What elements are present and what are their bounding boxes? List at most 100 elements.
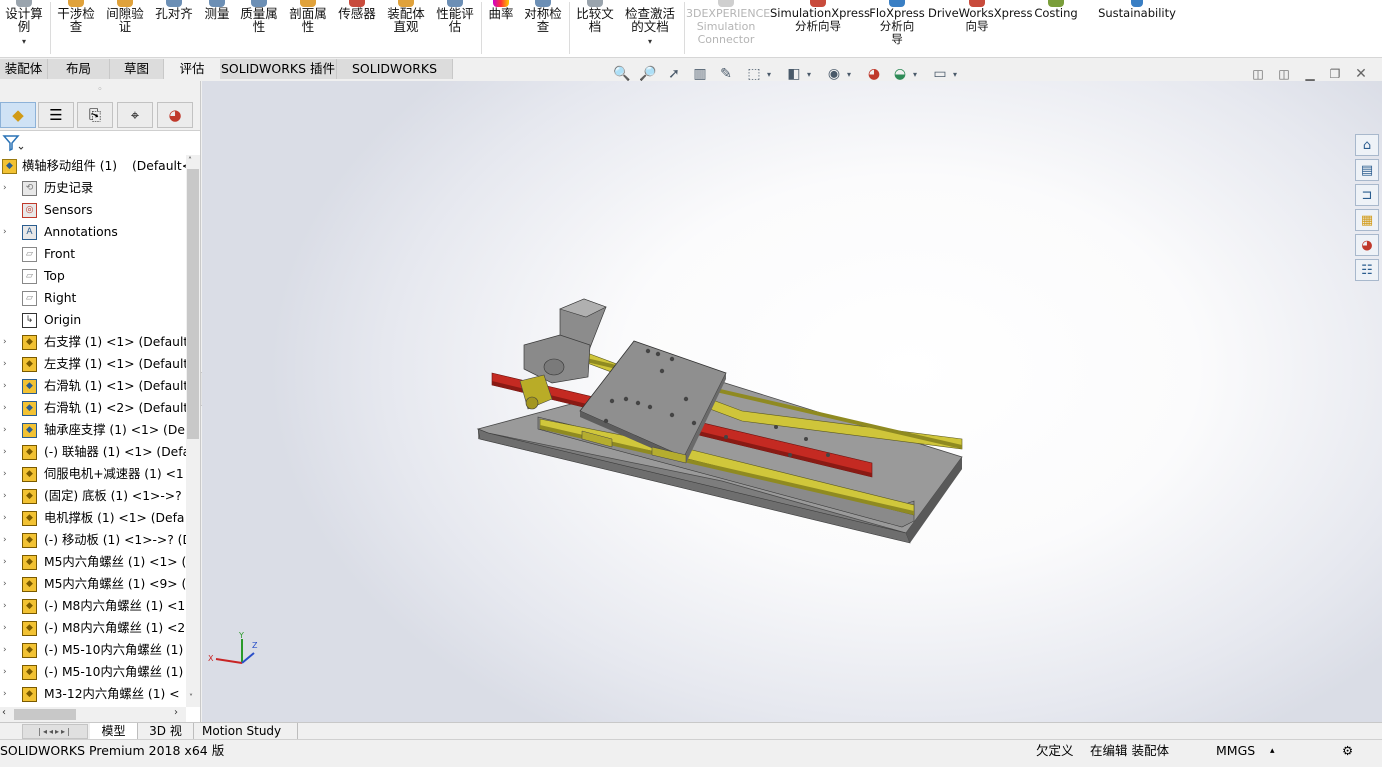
costing-button[interactable]: Costing (1030, 0, 1082, 20)
expand-arrow-icon[interactable]: › (3, 375, 7, 397)
tree-item[interactable]: › ◆ 右滑轨 (1) <2> (Default (0, 397, 186, 419)
scroll-thumb[interactable] (14, 709, 76, 720)
hole-alignment-button[interactable]: 孔对齐 (150, 0, 198, 20)
simulationxpress-button[interactable]: SimulationXpress 分析向导 (770, 0, 870, 33)
tree-item[interactable]: ▱ Front (0, 243, 186, 265)
file-explorer-tab[interactable]: ⊐ (1355, 184, 1379, 206)
expand-arrow-icon[interactable]: › (3, 529, 7, 551)
tree-item[interactable]: ▱ Right (0, 287, 186, 309)
performance-evaluation-button[interactable]: 性能评 估 (432, 0, 478, 33)
floxpress-button[interactable]: FloXpress 分析向 导 (868, 0, 926, 46)
tree-item[interactable]: › ◆ (-) M5-10内六角螺丝 (1) (0, 661, 186, 683)
expand-arrow-icon[interactable]: › (3, 617, 7, 639)
tree-root-assembly[interactable]: ◆ 横轴移动组件 (1) (Default< (0, 155, 186, 177)
expand-arrow-icon[interactable]: › (3, 397, 7, 419)
tree-item[interactable]: › ◆ (-) M8内六角螺丝 (1) <1 (0, 595, 186, 617)
minimize-icon[interactable]: ▁ (1302, 66, 1318, 82)
scroll-thumb[interactable] (187, 169, 199, 439)
tree-filter[interactable] (0, 131, 200, 155)
tree-item[interactable]: › ◆ M5内六角螺丝 (1) <9> ( (0, 573, 186, 595)
clearance-verification-button[interactable]: 间隙验 证 (102, 0, 148, 33)
check-active-document-button[interactable]: 检查激活 的文档 ▾ (620, 0, 680, 48)
tree-item[interactable]: › A Annotations (0, 221, 186, 243)
restore-icon[interactable]: ❐ (1327, 66, 1343, 82)
tab-assembly[interactable]: 装配体 (0, 59, 48, 79)
measure-button[interactable]: 测量 (200, 0, 234, 20)
expand-arrow-icon[interactable]: › (3, 507, 7, 529)
custom-properties-tab[interactable]: ☷ (1355, 259, 1379, 281)
tree-item[interactable]: ▱ Top (0, 265, 186, 287)
design-library-tab[interactable]: ▤ (1355, 159, 1379, 181)
expand-arrow-icon[interactable]: › (3, 661, 7, 683)
tab-model[interactable]: 模型 (90, 723, 138, 740)
tree-item[interactable]: › ◆ (-) 联轴器 (1) <1> (Defa (0, 441, 186, 463)
expand-arrow-icon[interactable]: › (3, 419, 7, 441)
expand-arrow-icon[interactable]: › (3, 463, 7, 485)
assembly-visualization-button[interactable]: 装配体 直观 (382, 0, 430, 33)
tab-evaluate[interactable]: 评估 (164, 59, 220, 79)
tab-solidworks-mbd[interactable]: SOLIDWORKS MBD (337, 59, 453, 95)
curvature-button[interactable]: 曲率 (484, 0, 518, 20)
scroll-right-icon[interactable]: › (174, 707, 178, 718)
tree-item[interactable]: › ◆ (-) M8内六角螺丝 (1) <2 (0, 617, 186, 639)
expand-arrow-icon[interactable]: › (3, 353, 7, 375)
tile-right-icon[interactable]: ◫ (1276, 66, 1292, 82)
tree-item[interactable]: › ◆ 右支撑 (1) <1> (Default (0, 331, 186, 353)
configuration-manager-tab[interactable]: ⎘ (77, 102, 113, 128)
compare-documents-button[interactable]: 比较文 档 (572, 0, 618, 33)
expand-arrow-icon[interactable]: › (3, 221, 7, 243)
expand-arrow-icon[interactable]: › (3, 573, 7, 595)
tree-item[interactable]: › ◆ 轴承座支撑 (1) <1> (De (0, 419, 186, 441)
tree-item[interactable]: › ◆ M5内六角螺丝 (1) <1> ( (0, 551, 186, 573)
tree-item[interactable]: › ⟲ 历史记录 (0, 177, 186, 199)
symmetry-check-button[interactable]: 对称检 查 (520, 0, 566, 33)
expand-arrow-icon[interactable]: › (3, 595, 7, 617)
expand-arrow-icon[interactable]: › (3, 639, 7, 661)
scroll-left-icon[interactable]: ‹ (2, 707, 6, 718)
tab-3d-views[interactable]: 3D 视图 (138, 723, 194, 754)
expand-arrow-icon[interactable]: › (3, 551, 7, 573)
driveworksxpress-button[interactable]: DriveWorksXpress 向导 (928, 0, 1032, 33)
view-palette-tab[interactable]: ▦ (1355, 209, 1379, 231)
tree-vertical-scrollbar[interactable]: ˄ ˅ (186, 155, 200, 707)
sensor-button[interactable]: 传感器 (334, 0, 380, 20)
feature-manager-tab[interactable]: ◆ (0, 102, 36, 128)
mass-properties-button[interactable]: 质量属 性 (236, 0, 282, 33)
tree-item[interactable]: › ◆ 左支撑 (1) <1> (Default (0, 353, 186, 375)
unit-system-selector[interactable]: MMGS (1216, 742, 1255, 760)
panel-grip[interactable]: ◦ (0, 81, 200, 99)
scroll-down-icon[interactable]: ˅ (189, 693, 193, 702)
assembly-model[interactable] (202, 81, 1382, 722)
expand-arrow-icon[interactable]: › (3, 331, 7, 353)
tile-left-icon[interactable]: ◫ (1250, 66, 1266, 82)
solidworks-resources-tab[interactable]: ⌂ (1355, 134, 1379, 156)
interference-detection-button[interactable]: 干涉检 查 (52, 0, 100, 33)
sustainability-button[interactable]: Sustainability (1096, 0, 1178, 20)
tree-item[interactable]: ↳ Origin (0, 309, 186, 331)
tab-navigation-arrows[interactable]: |◂◂▸▸| (22, 724, 88, 739)
tree-item[interactable]: › ◆ 右滑轨 (1) <1> (Default (0, 375, 186, 397)
tree-horizontal-scrollbar[interactable]: ‹ › (0, 707, 186, 722)
tree-item[interactable]: › ◆ (-) 移动板 (1) <1>->? (D (0, 529, 186, 551)
expand-arrow-icon[interactable]: › (3, 485, 7, 507)
rebuild-icon[interactable]: ⚙ (1342, 742, 1353, 760)
graphics-area[interactable]: Y X Z (202, 81, 1382, 722)
scroll-up-icon[interactable]: ˄ (188, 156, 192, 165)
expand-arrow-icon[interactable]: › (3, 441, 7, 463)
chevron-up-icon[interactable]: ▴ (1270, 742, 1275, 760)
tree-item[interactable]: › ◆ (固定) 底板 (1) <1>->? (0, 485, 186, 507)
tree-item[interactable]: › ◆ (-) M5-10内六角螺丝 (1) (0, 639, 186, 661)
tab-sketch[interactable]: 草图 (110, 59, 164, 79)
tab-layout[interactable]: 布局 (48, 59, 110, 79)
dimxpert-manager-tab[interactable]: ⌖ (117, 102, 153, 128)
display-manager-tab[interactable]: ◕ (157, 102, 193, 128)
tree-item[interactable]: ◎ Sensors (0, 199, 186, 221)
tab-solidworks-addins[interactable]: SOLIDWORKS 插件 (220, 59, 337, 79)
expand-arrow-icon[interactable]: › (3, 177, 7, 199)
tree-item[interactable]: › ◆ M3-12内六角螺丝 (1) < (0, 683, 186, 705)
design-study-button[interactable]: 设计算 例 ▾ (2, 0, 46, 48)
close-icon[interactable]: ✕ (1353, 66, 1369, 82)
tree-item[interactable]: › ◆ 电机撑板 (1) <1> (Defa (0, 507, 186, 529)
appearances-tab[interactable]: ◕ (1355, 234, 1379, 256)
section-properties-button[interactable]: 剖面属 性 (284, 0, 332, 33)
